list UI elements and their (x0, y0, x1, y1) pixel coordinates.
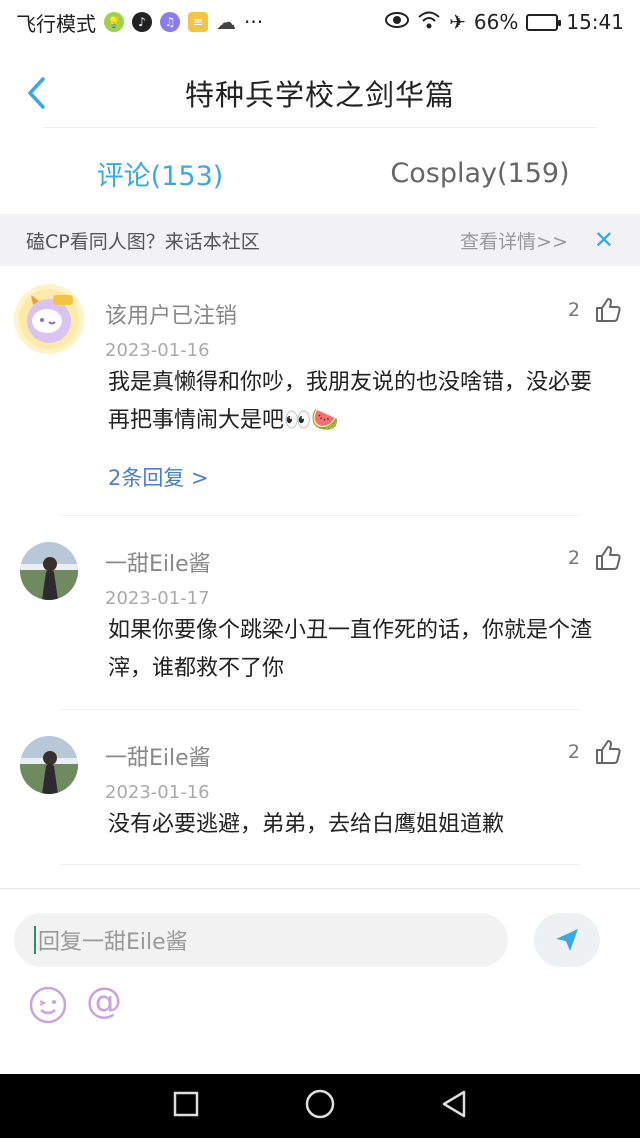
banner-close-button[interactable]: ✕ (594, 226, 614, 254)
user-photo-avatar (20, 736, 78, 794)
page-title: 特种兵学校之剑华篇 (184, 78, 455, 112)
like-button[interactable]: 2 (568, 296, 622, 324)
notification-bulb-icon: 💡 (104, 12, 124, 32)
banner-text: 磕CP看同人图？来话本社区 (26, 230, 260, 253)
text-cursor (34, 926, 36, 954)
like-count: 2 (567, 547, 580, 569)
battery-icon (526, 13, 562, 31)
avatar[interactable] (20, 542, 78, 600)
emoji-icon (29, 986, 67, 1024)
username[interactable]: 该用户已注销 (105, 298, 237, 330)
back-nav-button[interactable] (440, 1089, 468, 1123)
system-nav-bar (0, 1074, 640, 1138)
like-button[interactable]: 2 (568, 544, 622, 572)
like-button[interactable]: 2 (568, 738, 622, 766)
thumbs-up-icon (596, 298, 621, 322)
avatar[interactable] (14, 284, 84, 354)
username[interactable]: 一甜Eile酱 (105, 740, 211, 772)
reply-input[interactable]: 回复一甜Eile酱 (14, 913, 508, 967)
author-badge-icon (19, 289, 79, 349)
comment-text: 如果你要像个跳梁小丑一直作死的话，你就是个渣滓，谁都救不了你 (108, 618, 593, 681)
like-count: 2 (567, 299, 580, 321)
chevron-left-icon (28, 77, 45, 109)
thumbs-up-icon (596, 740, 621, 764)
tiktok-icon: ♪ (132, 12, 152, 32)
tab-comments[interactable]: 评论(153) (0, 138, 320, 208)
comment-text: 没有必要逃避，弟弟，去给白鹰姐姐道歉 (108, 812, 505, 837)
like-count: 2 (567, 741, 580, 763)
airplane-mode-label: 飞行模式 (16, 11, 96, 36)
wifi-icon (417, 10, 441, 35)
more-dots: ··· (244, 10, 264, 34)
mention-button[interactable]: @ (86, 981, 122, 1022)
thumbs-up-icon (596, 546, 621, 570)
home-button[interactable] (304, 1088, 336, 1124)
divider (60, 864, 580, 865)
status-bar: 飞行模式 💡 ♪ ♫ ≡ ☁ ··· ✈ 66% 15:41 (0, 0, 640, 44)
view-replies-link[interactable]: 2条回复 > (108, 462, 209, 492)
tab-bar: 评论(153) Cosplay(159) (0, 138, 640, 208)
notes-icon: ≡ (188, 12, 208, 32)
triangle-back-icon (442, 1090, 466, 1118)
avatar[interactable] (20, 736, 78, 794)
circle-icon (305, 1089, 335, 1119)
eye-icon (385, 10, 410, 34)
tab-cosplay[interactable]: Cosplay(159) (320, 138, 640, 208)
square-icon (173, 1091, 199, 1117)
reply-placeholder: 回复一甜Eile酱 (38, 930, 188, 955)
divider (60, 709, 580, 710)
emoji-button[interactable] (28, 985, 68, 1025)
music-icon: ♫ (160, 12, 180, 32)
clock: 15:41 (566, 10, 624, 34)
send-button[interactable] (534, 913, 600, 967)
banner-details-link[interactable]: 查看详情>> (460, 227, 568, 254)
battery-percent: 66% (473, 10, 519, 34)
comment-text: 我是真懒得和你吵，我朋友说的也没啥错，没必要再把事情闹大是吧👀🍉 (108, 370, 593, 433)
cloud-icon: ☁ (216, 10, 236, 34)
username[interactable]: 一甜Eile酱 (105, 546, 211, 578)
divider (60, 515, 580, 516)
header-divider (44, 127, 596, 128)
send-icon (556, 929, 578, 951)
comment-date: 2023-01-16 (105, 782, 210, 803)
back-button[interactable] (16, 70, 56, 116)
comment-date: 2023-01-17 (105, 588, 210, 609)
reply-bar: 回复一甜Eile酱 @ (0, 888, 640, 1074)
airplane-icon: ✈ (449, 10, 466, 34)
header: 特种兵学校之剑华篇 (0, 60, 640, 126)
comment-date: 2023-01-16 (105, 340, 210, 361)
promo-banner[interactable]: 磕CP看同人图？来话本社区 查看详情>> ✕ (0, 214, 640, 266)
user-photo-avatar (20, 542, 78, 600)
recent-apps-button[interactable] (172, 1090, 200, 1122)
